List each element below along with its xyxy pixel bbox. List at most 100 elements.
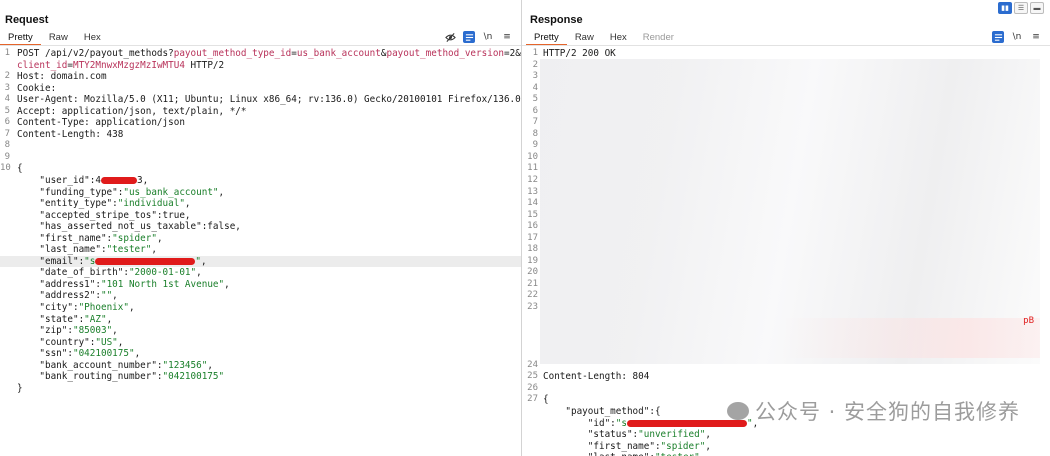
code-token: ,	[151, 244, 157, 256]
request-code-line: "city":"Phoenix",	[0, 302, 521, 314]
request-code-line: "address2":"",	[0, 290, 521, 302]
code-token: "zip":	[17, 325, 73, 337]
code-token: "unverified"	[638, 429, 706, 441]
line-code: "last_name":"tester",	[543, 452, 706, 456]
line-number: 1	[532, 48, 538, 58]
single-pane-icon[interactable]: ▬	[1030, 2, 1044, 14]
line-number: 12	[527, 175, 538, 186]
line-code: "zip":"85003",	[17, 325, 117, 337]
code-token: "2000-01-01"	[128, 267, 197, 279]
response-tab-pretty[interactable]: Pretty	[526, 30, 567, 46]
request-code-line: 6 Content-Type: application/json	[0, 117, 521, 129]
split-vertical-icon[interactable]: ☰	[1014, 2, 1028, 14]
line-number: 25	[527, 371, 538, 382]
line-number: 26	[527, 382, 538, 393]
line-code: "payout_method":{	[543, 406, 660, 418]
line-code: "first_name":"spider",	[17, 232, 163, 245]
response-code-line: "first_name":"spider",	[522, 441, 1050, 453]
code-token: "bank_routing_number":	[17, 371, 163, 383]
request-tab-raw[interactable]: Raw	[41, 30, 76, 46]
code-token: ,	[184, 198, 191, 210]
line-code: "last_name":"tester",	[17, 244, 157, 256]
menu-icon[interactable]: ≡	[1030, 31, 1042, 43]
code-token: "city":	[17, 302, 79, 314]
response-tab-render[interactable]: Render	[635, 30, 682, 46]
line-number: 20	[527, 267, 538, 278]
watermark: 公众号 · 安全狗的自我修养	[726, 396, 1020, 426]
code-token: HTTP/2	[184, 59, 225, 71]
code-token: ,	[106, 313, 113, 325]
code-token: "Phoenix"	[78, 302, 129, 314]
response-code-line: "last_name":"tester",	[522, 452, 1050, 456]
code-token: "first_name":	[17, 232, 113, 244]
line-code: Content-Length: 438	[17, 129, 123, 141]
line-code: Accept: application/json, text/plain, */…	[17, 106, 247, 118]
line-code: {	[543, 394, 549, 406]
split-horizontal-icon[interactable]: ▮▮	[998, 2, 1012, 14]
wrap-icon[interactable]	[463, 31, 475, 43]
line-number: 8	[4, 140, 10, 151]
code-token: 3,	[136, 175, 149, 187]
line-number: 2	[4, 71, 10, 82]
blurred-fragment: pB	[1023, 316, 1034, 326]
code-token: "US"	[95, 336, 118, 348]
wrap-icon[interactable]	[992, 31, 1004, 43]
code-token: "ssn":	[17, 348, 73, 360]
line-code: Content-Type: application/json	[17, 117, 185, 129]
response-pane: ▮▮ ☰ ▬ Response Pretty Raw Hex Render \n ≡ …	[522, 0, 1050, 456]
request-code-line: 10 {	[0, 163, 521, 175]
menu-icon[interactable]: ≡	[501, 31, 513, 43]
response-editor[interactable]: 1 HTTP/2 200 OK 2 3 4 5 6 7 8 9 10 11 12 13 14 15 16 17 18…	[522, 48, 1050, 456]
code-token: "042100175"	[162, 371, 225, 383]
code-token: {	[17, 163, 23, 175]
code-token: "s	[84, 255, 96, 267]
line-code: "ssn":"042100175",	[17, 348, 140, 360]
code-token: "tester"	[655, 452, 700, 456]
request-editor[interactable]: 1 POST /api/v2/payout_methods?payout_meth…	[0, 48, 521, 456]
request-code-line: "last_name":"tester",	[0, 244, 521, 256]
redaction-mark	[100, 177, 137, 185]
line-code: }	[17, 383, 23, 395]
line-code: "bank_account_number":"123456",	[17, 360, 213, 372]
response-tab-rule	[522, 45, 1050, 46]
line-code: HTTP/2 200 OK	[543, 48, 616, 60]
line-code: "address2":"",	[17, 290, 117, 302]
code-token: "country":	[17, 336, 96, 348]
code-token: "us_bank_account"	[123, 186, 219, 198]
request-pane: Request Pretty Raw Hex \n ≡ 1 POST /api/v2/…	[0, 0, 521, 456]
line-number: 3	[532, 71, 538, 82]
response-tab-hex[interactable]: Hex	[602, 30, 635, 46]
request-tab-pretty[interactable]: Pretty	[0, 30, 41, 46]
line-number: 8	[532, 128, 538, 139]
blurred-region-tint	[782, 318, 1040, 358]
line-number: 21	[527, 278, 538, 289]
code-token: "accepted_stripe_tos":true,	[17, 209, 191, 221]
request-code-line: "address1":"101 North 1st Avenue",	[0, 279, 521, 291]
request-title: Request	[5, 14, 49, 26]
request-code-line: 4 User-Agent: Mozilla/5.0 (X11; Ubuntu; L…	[0, 94, 521, 106]
line-number: 19	[527, 255, 538, 266]
line-code: "first_name":"spider",	[543, 441, 711, 453]
request-tab-hex[interactable]: Hex	[76, 30, 109, 46]
code-token: "address1":	[17, 278, 101, 290]
line-code: "address1":"101 North 1st Avenue",	[17, 278, 229, 291]
code-token: "spider"	[112, 232, 157, 244]
eye-off-icon[interactable]	[444, 31, 456, 43]
code-token: ,	[134, 348, 141, 360]
newline-icon[interactable]: \n	[1011, 31, 1023, 43]
line-number: 6	[4, 117, 10, 128]
request-code-line: "entity_type":"individual",	[0, 198, 521, 210]
response-code-line: 1 HTTP/2 200 OK	[522, 48, 1050, 60]
code-token: ,	[128, 302, 135, 314]
redaction-mark	[95, 257, 196, 265]
line-code: "date_of_birth":"2000-01-01",	[17, 267, 201, 279]
code-token: ,	[705, 429, 711, 441]
newline-icon[interactable]: \n	[482, 31, 494, 43]
code-token: ""	[100, 290, 113, 302]
request-tab-rule	[0, 45, 521, 46]
code-token: payout_method_type_id	[173, 48, 292, 59]
code-token: ,	[156, 232, 163, 244]
code-token: "user_id":4	[17, 175, 101, 187]
response-tab-raw[interactable]: Raw	[567, 30, 602, 46]
request-code-line: 7 Content-Length: 438	[0, 129, 521, 141]
